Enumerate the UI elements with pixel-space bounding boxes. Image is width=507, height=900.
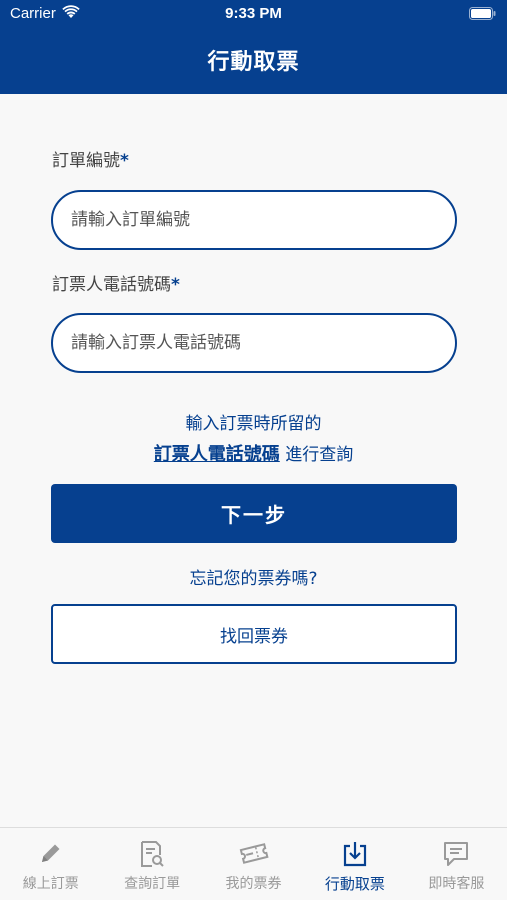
next-button[interactable]: 下一步 <box>51 484 457 543</box>
phone-input[interactable] <box>51 313 457 373</box>
battery-icon <box>469 7 496 24</box>
tab-label: 我的票券 <box>225 876 282 892</box>
tab-live-support[interactable]: 即時客服 <box>406 828 507 900</box>
tab-mobile-ticket[interactable]: 行動取票 <box>304 828 405 900</box>
hint-line-2-rest: 進行查詢 <box>279 445 354 465</box>
hint-line-1: 輸入訂票時所留的 <box>185 414 322 434</box>
document-search-icon <box>141 841 164 867</box>
phone-label: 訂票人電話號碼* <box>52 270 180 295</box>
status-bar: Carrier 9:33 PM <box>0 0 507 28</box>
order-number-label: 訂單編號* <box>52 146 129 171</box>
tab-label: 查詢訂單 <box>124 876 181 892</box>
tab-label: 線上訂票 <box>22 876 79 892</box>
tab-my-tickets[interactable]: 我的票券 <box>203 828 304 900</box>
tab-bar: 線上訂票 查詢訂單 我的票券 行動取票 即時客服 <box>0 827 507 900</box>
hint-line-2: 訂票人電話號碼 進行查詢 <box>0 440 507 466</box>
clock: 9:33 PM <box>225 5 282 22</box>
download-tray-icon <box>343 842 367 867</box>
ticket-icon <box>239 843 269 864</box>
phone-number-link[interactable]: 訂票人電話號碼 <box>154 444 280 465</box>
phone-label-text: 訂票人電話號碼 <box>52 275 171 295</box>
order-number-label-text: 訂單編號 <box>52 151 120 171</box>
header: Carrier 9:33 PM 行動取票 <box>0 0 507 94</box>
tab-online-booking[interactable]: 線上訂票 <box>0 828 101 900</box>
forgot-ticket-text: 忘記您的票券嗎? <box>189 569 318 589</box>
page-title: 行動取票 <box>207 50 300 75</box>
tab-order-query[interactable]: 查詢訂單 <box>101 828 202 900</box>
order-number-input[interactable] <box>51 190 457 250</box>
chat-bubble-icon <box>444 842 469 866</box>
tab-label: 行動取票 <box>324 875 385 893</box>
pencil-icon <box>41 844 60 862</box>
required-mark: * <box>171 275 180 295</box>
recover-ticket-button[interactable]: 找回票券 <box>51 604 457 664</box>
tab-label: 即時客服 <box>428 876 485 892</box>
required-mark: * <box>120 151 129 171</box>
